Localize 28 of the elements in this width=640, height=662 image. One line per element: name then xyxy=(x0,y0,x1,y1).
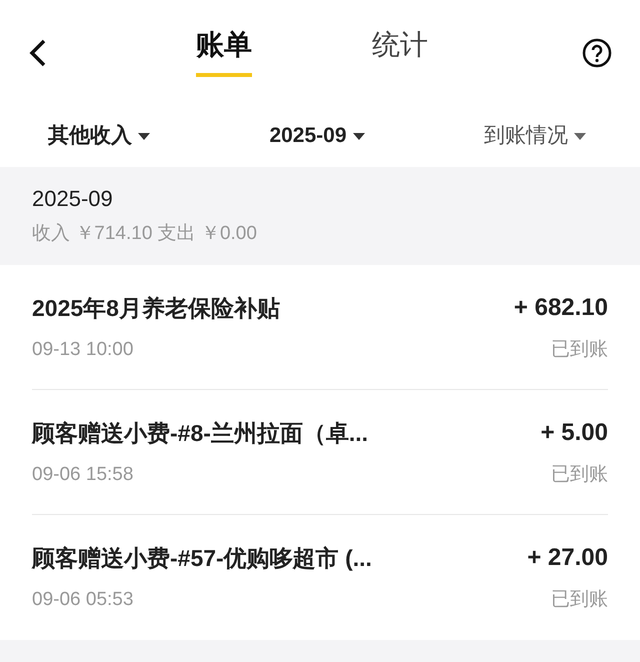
tab[interactable]: 账单 xyxy=(196,26,252,76)
transaction-amount: + 27.00 xyxy=(527,543,608,573)
transaction-title: 顾客赠送小费-#8-兰州拉面（卓... xyxy=(32,419,368,448)
transaction-status: 已到账 xyxy=(551,463,608,487)
transaction-time: 09-13 10:00 xyxy=(32,338,134,362)
back-icon xyxy=(28,38,48,68)
transaction-title: 2025年8月养老保险补贴 xyxy=(32,294,280,323)
filter-dropdown[interactable]: 2025-09 xyxy=(269,120,365,152)
transaction-status: 已到账 xyxy=(551,338,608,362)
transaction-row[interactable]: 顾客赠送小费-#8-兰州拉面（卓... 09-06 15:58 + 5.00 已到账 xyxy=(32,390,608,515)
transaction-amount: + 5.00 xyxy=(540,418,608,448)
caret-icon xyxy=(574,132,586,140)
transaction-time: 09-06 05:53 xyxy=(32,588,134,612)
transaction-row[interactable]: 2025年8月养老保险补贴 09-13 10:00 + 682.10 已到账 xyxy=(32,265,608,390)
help-button[interactable] xyxy=(582,38,612,68)
tab[interactable]: 统计 xyxy=(372,26,428,76)
transaction-status: 已到账 xyxy=(551,588,608,612)
caret-icon xyxy=(138,132,150,140)
filter-dropdown[interactable]: 其他收入 xyxy=(48,120,150,152)
transaction-time: 09-06 15:58 xyxy=(32,463,134,487)
transaction-row[interactable]: 顾客赠送小费-#57-优购哆超市 (... 09-06 05:53 + 27.00 已到账 xyxy=(32,515,608,640)
summary-totals: 收入 ￥714.10 支出 ￥0.00 xyxy=(32,222,257,246)
help-icon xyxy=(582,38,612,68)
transaction-title: 顾客赠送小费-#57-优购哆超市 (... xyxy=(32,544,372,573)
summary-month: 2025-09 xyxy=(32,185,113,213)
transaction-amount: + 682.10 xyxy=(514,293,608,323)
filter-dropdown[interactable]: 到账情况 xyxy=(484,120,586,152)
caret-icon xyxy=(352,132,365,140)
